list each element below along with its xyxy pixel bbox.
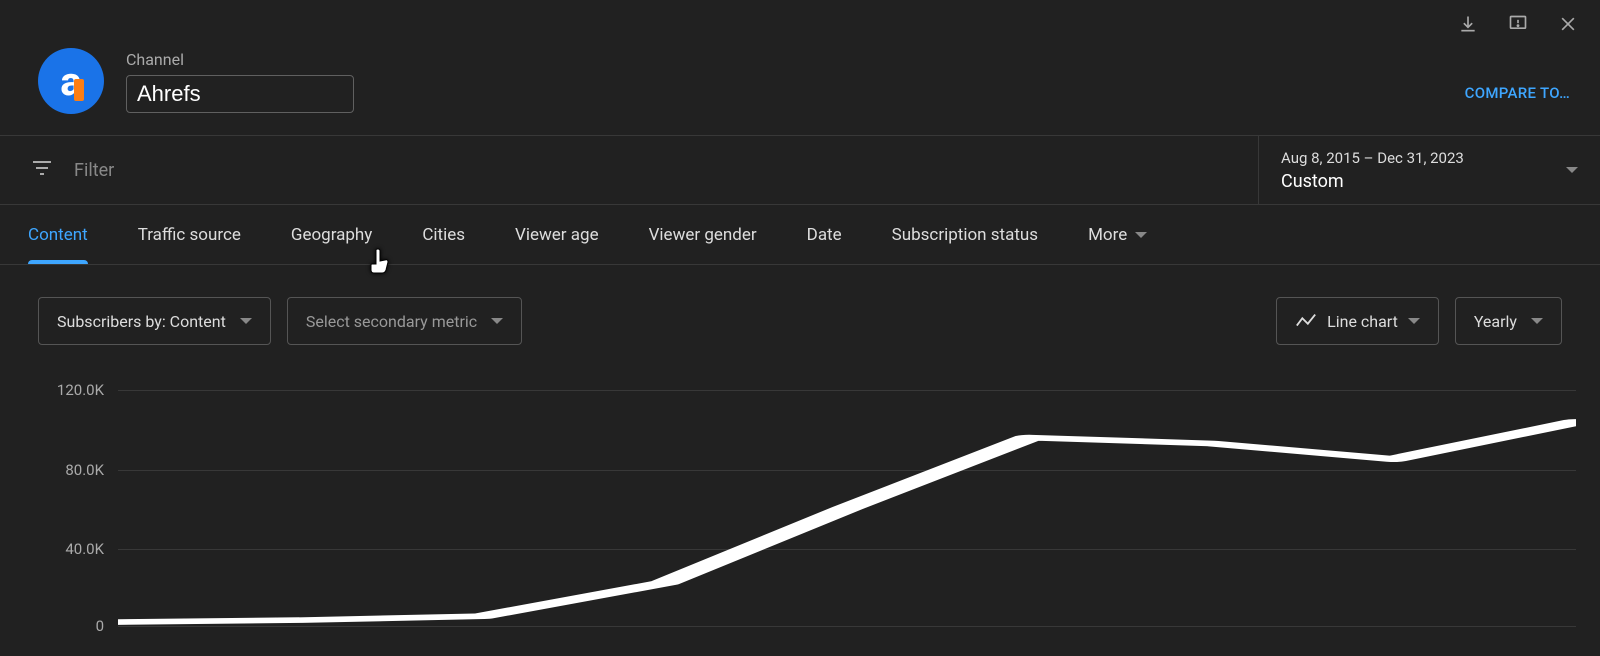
chart-type-label: Line chart [1327,312,1398,331]
close-icon[interactable] [1558,14,1578,34]
feedback-icon[interactable] [1508,14,1528,34]
channel-header: a Channel [38,48,354,114]
tab-content[interactable]: Content [28,207,88,263]
y-tick: 120.0K [38,381,104,399]
primary-metric-dropdown[interactable]: Subscribers by: Content [38,297,271,345]
tab-viewer-age[interactable]: Viewer age [515,207,599,263]
date-range-label: Custom [1281,171,1464,192]
line-chart-icon [1295,312,1317,330]
granularity-label: Yearly [1474,312,1517,331]
tab-cities[interactable]: Cities [422,207,465,263]
tab-traffic-source[interactable]: Traffic source [138,207,241,263]
line-series [118,370,1576,626]
filter-label[interactable]: Filter [74,160,114,181]
y-axis: 120.0K 80.0K 40.0K 0 [38,370,104,626]
gridline [118,626,1576,627]
filter-icon[interactable] [30,156,54,184]
chart-type-dropdown[interactable]: Line chart [1276,297,1439,345]
chart-area: 120.0K 80.0K 40.0K 0 [38,370,1576,656]
tab-date[interactable]: Date [807,207,842,263]
tab-more[interactable]: More [1088,207,1147,263]
chart-controls: Subscribers by: Content Select secondary… [0,296,1600,346]
filter-bar: Filter Aug 8, 2015 – Dec 31, 2023 Custom [0,135,1600,205]
chevron-down-icon [491,318,503,324]
secondary-metric-label: Select secondary metric [306,312,477,331]
channel-search-input[interactable] [137,81,425,107]
channel-search[interactable] [126,75,354,113]
chevron-down-icon [1566,167,1578,173]
date-range-text: Aug 8, 2015 – Dec 31, 2023 [1281,149,1464,167]
chevron-down-icon [1531,318,1543,324]
chart-plot[interactable] [118,370,1576,626]
tab-subscription-status[interactable]: Subscription status [892,207,1038,263]
tab-more-label: More [1088,225,1127,245]
date-range-picker[interactable]: Aug 8, 2015 – Dec 31, 2023 Custom [1258,136,1600,204]
chevron-down-icon [1408,318,1420,324]
compare-to-button[interactable]: COMPARE TO… [1465,84,1570,102]
channel-label: Channel [126,50,354,69]
y-tick: 0 [38,617,104,635]
primary-metric-label: Subscribers by: Content [57,312,226,331]
download-icon[interactable] [1458,14,1478,34]
y-tick: 80.0K [38,461,104,479]
channel-avatar: a [38,48,104,114]
y-tick: 40.0K [38,540,104,558]
secondary-metric-dropdown[interactable]: Select secondary metric [287,297,522,345]
chevron-down-icon [240,318,252,324]
tab-viewer-gender[interactable]: Viewer gender [649,207,757,263]
chevron-down-icon [1135,232,1147,238]
granularity-dropdown[interactable]: Yearly [1455,297,1562,345]
tab-geography[interactable]: Geography [291,207,372,263]
dimension-tabs: Content Traffic source Geography Cities … [0,205,1600,265]
